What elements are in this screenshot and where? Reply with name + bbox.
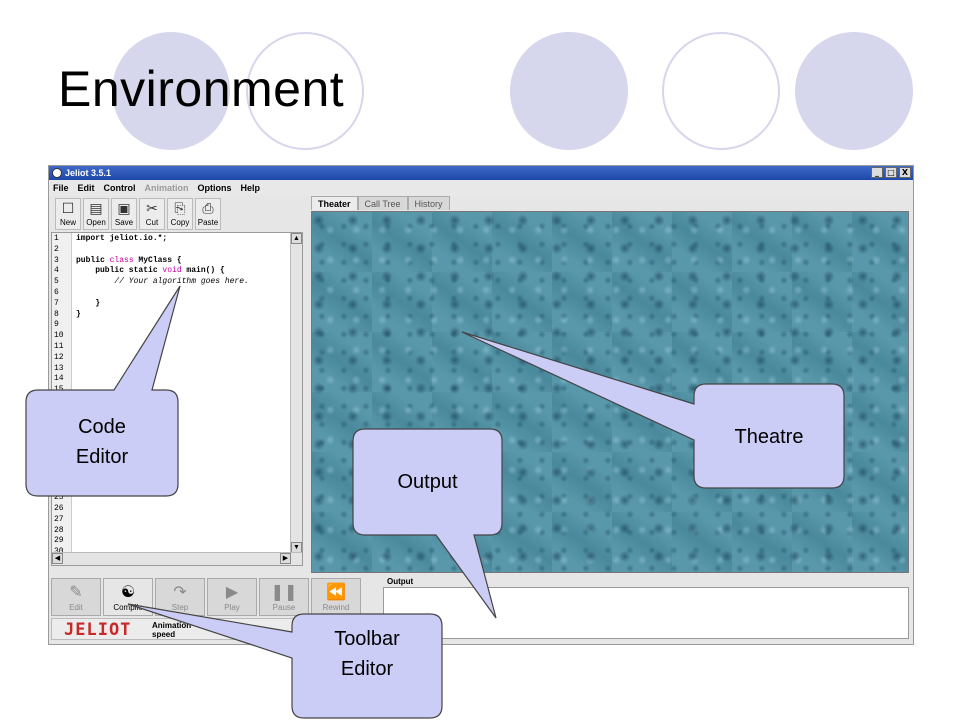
callout-output [352, 428, 503, 619]
callout-theatre [461, 331, 845, 489]
callout-theatre-label: Theatre [734, 426, 804, 448]
callout-layer [25, 285, 845, 719]
callout-output-label: Output [397, 471, 458, 493]
callout-code-editor-label: Code Editor [75, 416, 129, 468]
callout-toolbar-editor-label: Toolbar Editor [334, 628, 400, 680]
